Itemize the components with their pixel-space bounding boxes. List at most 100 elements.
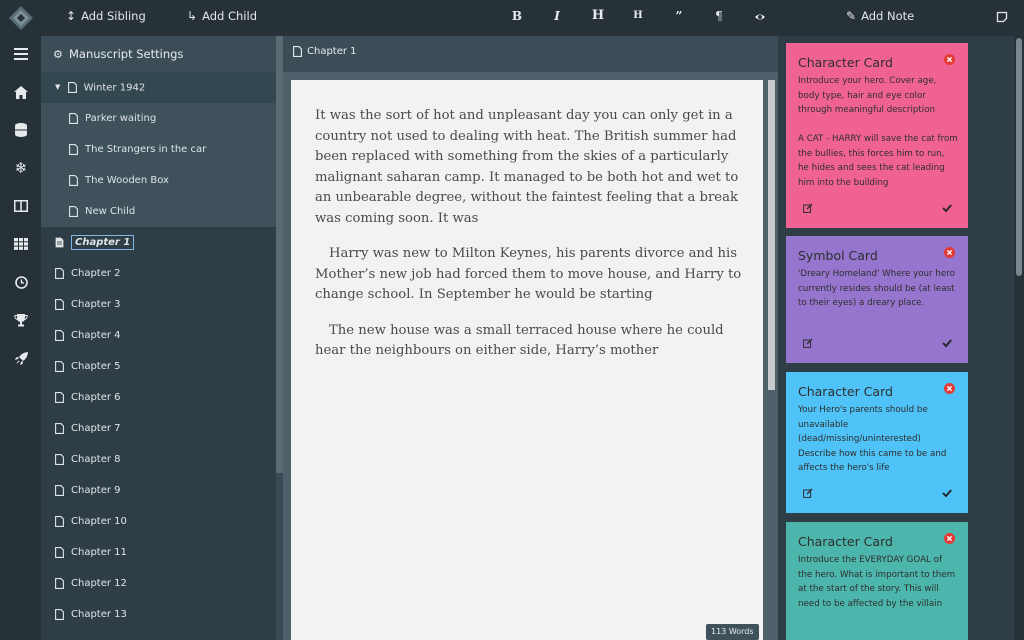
- rocket-icon[interactable]: [12, 349, 30, 367]
- document-icon: [68, 82, 77, 93]
- card-body: 'Dreary Homeland' Where your hero curren…: [798, 267, 958, 311]
- tree-item-chapter[interactable]: Chapter 12: [41, 568, 276, 599]
- snowflake-icon[interactable]: ❄: [12, 159, 30, 177]
- note-card[interactable]: Symbol Card 'Dreary Homeland' Where your…: [786, 236, 968, 363]
- document-icon: [55, 454, 64, 465]
- heading1-button[interactable]: H: [588, 0, 608, 36]
- note-card[interactable]: Character Card Your Hero's parents shoul…: [786, 372, 968, 513]
- notes-scrollbar-thumb[interactable]: [1016, 38, 1022, 276]
- child-arrow-icon: ↳: [187, 0, 197, 32]
- paragraph-button[interactable]: ¶: [709, 0, 729, 36]
- manuscript-tree: ⚙Manuscript Settings ▼ Winter 1942 Parke…: [41, 36, 276, 640]
- tree-item-chapter[interactable]: Chapter 5: [41, 351, 276, 382]
- manuscript-settings[interactable]: ⚙Manuscript Settings: [41, 36, 276, 72]
- check-icon[interactable]: [942, 203, 952, 213]
- tree-item-chapter[interactable]: Chapter 2: [41, 258, 276, 289]
- document-icon: [55, 299, 64, 310]
- tree-item-parent[interactable]: ▼ Winter 1942: [41, 72, 276, 103]
- preview-button[interactable]: [750, 0, 770, 36]
- top-toolbar: ↕Add Sibling ↳Add Child B I H H ” ¶ ✎Add…: [0, 0, 1024, 36]
- paragraph: Harry was new to Milton Keynes, his pare…: [315, 244, 745, 306]
- tree-item-child[interactable]: The Strangers in the car: [41, 134, 276, 165]
- check-icon[interactable]: [942, 338, 952, 348]
- tree-item-chapter[interactable]: Chapter 8: [41, 444, 276, 475]
- card-body: Introduce the EVERYDAY GOAL of the hero.…: [798, 553, 958, 611]
- italic-button[interactable]: I: [547, 0, 567, 36]
- tree-item-child[interactable]: New Child: [41, 196, 276, 227]
- gear-icon: ⚙: [53, 37, 63, 73]
- trophy-icon[interactable]: [12, 311, 30, 329]
- clock-icon[interactable]: [12, 273, 30, 291]
- editor-title: Chapter 1: [307, 46, 357, 57]
- bold-button[interactable]: B: [507, 0, 527, 36]
- paragraph: The new house was a small terraced house…: [315, 321, 745, 362]
- caret-down-icon: ▼: [55, 72, 60, 103]
- note-toggle-button[interactable]: [996, 0, 1008, 36]
- tree-item-chapter[interactable]: Chapter 10: [41, 506, 276, 537]
- tree-item-chapter[interactable]: Chapter 6: [41, 382, 276, 413]
- edit-icon: ✎: [846, 0, 856, 32]
- menu-icon[interactable]: [12, 45, 30, 63]
- note-card[interactable]: Character Card Introduce your hero. Cove…: [786, 43, 968, 228]
- app-logo-icon[interactable]: [8, 5, 34, 31]
- card-title: Character Card: [798, 534, 893, 549]
- close-icon[interactable]: [944, 54, 955, 65]
- tree-item-chapter[interactable]: Chapter 11: [41, 537, 276, 568]
- heading2-button[interactable]: H: [628, 0, 648, 36]
- card-body: Your Hero's parents should be unavailabl…: [798, 403, 958, 476]
- note-card[interactable]: Character Card Introduce the EVERYDAY GO…: [786, 522, 968, 640]
- tree-item-chapter[interactable]: Chapter 4: [41, 320, 276, 351]
- tree-item-chapter[interactable]: Chapter 3: [41, 289, 276, 320]
- sticky-note-icon: [996, 11, 1008, 23]
- add-child-button[interactable]: ↳Add Child: [187, 0, 257, 36]
- document-icon: [69, 206, 78, 217]
- arrows-vertical-icon: ↕: [66, 0, 76, 32]
- tree-item-chapter[interactable]: Chapter 9: [41, 475, 276, 506]
- card-title: Character Card: [798, 55, 893, 70]
- close-icon[interactable]: [944, 533, 955, 544]
- document-icon: [69, 175, 78, 186]
- editor-header: Chapter 1: [283, 36, 778, 72]
- document-icon: [55, 268, 64, 279]
- tree-item-chapter[interactable]: Chapter 13: [41, 599, 276, 630]
- card-title: Character Card: [798, 384, 893, 399]
- paragraph: It was the sort of hot and unpleasant da…: [315, 106, 745, 229]
- eye-icon: [754, 11, 766, 23]
- columns-icon[interactable]: [12, 197, 30, 215]
- tree-item-chapter-active[interactable]: Chapter 1: [41, 227, 276, 258]
- card-title: Symbol Card: [798, 248, 878, 263]
- document-icon: [55, 578, 64, 589]
- edit-icon[interactable]: [803, 338, 813, 348]
- editor-scrollbar[interactable]: [768, 80, 775, 390]
- document-icon: [55, 330, 64, 341]
- tree-item-chapter[interactable]: Chapter 7: [41, 413, 276, 444]
- tree-item-child[interactable]: The Wooden Box: [41, 165, 276, 196]
- document-icon: [55, 423, 64, 434]
- check-icon[interactable]: [942, 488, 952, 498]
- tree-item-child[interactable]: Parker waiting: [41, 103, 276, 134]
- database-icon[interactable]: [12, 121, 30, 139]
- edit-icon[interactable]: [803, 203, 813, 213]
- add-note-button[interactable]: ✎Add Note: [846, 0, 914, 36]
- tree-scrollbar[interactable]: [276, 36, 283, 473]
- editor-text[interactable]: It was the sort of hot and unpleasant da…: [315, 106, 745, 377]
- quote-button[interactable]: ”: [669, 0, 689, 36]
- editor-page[interactable]: It was the sort of hot and unpleasant da…: [291, 80, 763, 640]
- add-sibling-button[interactable]: ↕Add Sibling: [66, 0, 146, 36]
- document-icon: [55, 547, 64, 558]
- grid-icon[interactable]: [12, 235, 30, 253]
- edit-icon[interactable]: [803, 488, 813, 498]
- document-icon: [55, 609, 64, 620]
- close-icon[interactable]: [944, 383, 955, 394]
- document-icon: [55, 485, 64, 496]
- close-icon[interactable]: [944, 247, 955, 258]
- card-body: Introduce your hero. Cover age, body typ…: [798, 74, 958, 190]
- icon-rail: ❄: [0, 36, 41, 640]
- document-icon: [55, 361, 64, 372]
- document-icon: [69, 144, 78, 155]
- document-icon: [55, 392, 64, 403]
- document-icon: [293, 46, 302, 57]
- home-icon[interactable]: [12, 83, 30, 101]
- word-count-badge: 113 Words: [706, 624, 759, 640]
- document-icon: [55, 516, 64, 527]
